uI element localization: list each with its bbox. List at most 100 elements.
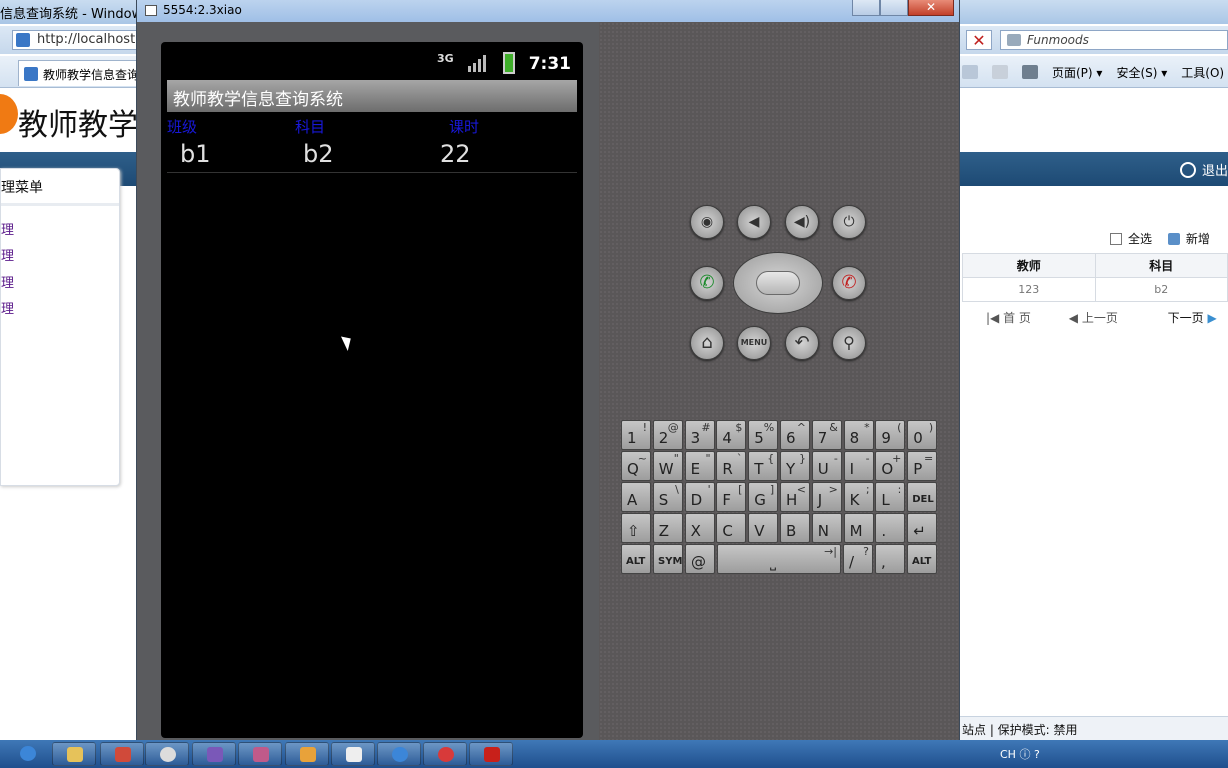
key-sym[interactable]: SYM xyxy=(653,544,683,574)
read-mail-icon[interactable] xyxy=(992,65,1008,79)
key[interactable]: 0) xyxy=(907,420,938,450)
tools-menu[interactable]: 工具(O) xyxy=(1181,64,1224,81)
taskbar-pdf[interactable] xyxy=(469,742,513,766)
url-field[interactable]: http://localhost:8 xyxy=(12,30,137,50)
key[interactable]: ↵ xyxy=(907,513,938,543)
key[interactable]: B xyxy=(780,513,810,543)
next-page-link[interactable]: 下一页 xyxy=(1168,311,1204,325)
key-slash[interactable]: /? xyxy=(843,544,873,574)
safety-menu[interactable]: 安全(S) ▾ xyxy=(1116,64,1167,81)
key[interactable]: W " xyxy=(652,451,683,481)
key[interactable]: K; xyxy=(843,482,874,512)
key[interactable]: L: xyxy=(875,482,906,512)
key[interactable]: Z xyxy=(652,513,683,543)
dpad[interactable] xyxy=(733,252,823,314)
key[interactable]: Y} xyxy=(780,451,810,481)
home-button[interactable]: ⌂ xyxy=(690,326,724,360)
volume-down-button[interactable]: ◀ xyxy=(737,205,771,239)
search-input[interactable]: Funmoods xyxy=(1000,30,1228,50)
power-button[interactable]: ⏻ xyxy=(832,205,866,239)
key[interactable]: G] xyxy=(748,482,779,512)
taskbar-app[interactable] xyxy=(285,742,329,766)
close-button[interactable]: ✕ xyxy=(908,0,954,16)
key[interactable]: P = xyxy=(907,451,938,481)
key-label: ⎵ xyxy=(770,553,777,571)
key-label: L xyxy=(881,491,890,509)
key-comma[interactable]: , xyxy=(875,544,905,574)
volume-up-button[interactable]: ◀) xyxy=(785,205,819,239)
key[interactable]: Q ~ xyxy=(621,451,651,481)
taskbar-app[interactable] xyxy=(331,742,375,766)
key-at[interactable]: @ xyxy=(685,544,715,574)
key[interactable]: 1! xyxy=(621,420,651,450)
side-menu-item[interactable]: 理 xyxy=(1,219,14,238)
key[interactable]: J > xyxy=(811,482,842,512)
key-space[interactable]: ⎵ →| xyxy=(717,544,841,574)
key[interactable]: M xyxy=(843,513,874,543)
key[interactable]: V xyxy=(748,513,779,543)
select-all-checkbox[interactable] xyxy=(1110,233,1122,245)
search-button[interactable]: ⚲ xyxy=(832,326,866,360)
key[interactable]: U- xyxy=(811,451,842,481)
taskbar-explorer[interactable] xyxy=(52,742,96,766)
key[interactable]: 7 & xyxy=(811,420,842,450)
taskbar-app[interactable] xyxy=(100,742,144,766)
key[interactable]: 8 * xyxy=(843,420,874,450)
key[interactable]: 2 @ xyxy=(652,420,683,450)
side-menu-item[interactable]: 理 xyxy=(1,245,14,264)
key-alt-label: < xyxy=(796,483,806,496)
key[interactable]: C xyxy=(716,513,747,543)
add-button[interactable]: 新增 xyxy=(1186,232,1210,246)
key[interactable]: F[ xyxy=(716,482,747,512)
end-call-button[interactable]: ✆ xyxy=(832,266,866,300)
camera-button[interactable]: ◉ xyxy=(690,205,724,239)
menu-button[interactable]: MENU xyxy=(737,326,771,360)
key[interactable]: I- xyxy=(843,451,874,481)
first-page-link[interactable]: 首 页 xyxy=(1003,311,1031,325)
key[interactable]: E " xyxy=(684,451,715,481)
call-button[interactable]: ✆ xyxy=(690,266,724,300)
key[interactable]: D ' xyxy=(684,482,715,512)
key[interactable]: X xyxy=(684,513,715,543)
key[interactable]: S \ xyxy=(652,482,683,512)
key[interactable]: T{ xyxy=(748,451,779,481)
browser-close-icon[interactable] xyxy=(1196,0,1220,18)
taskbar-ie[interactable] xyxy=(377,742,421,766)
taskbar-app[interactable] xyxy=(238,742,282,766)
back-button[interactable]: ↶ xyxy=(785,326,819,360)
key-alt[interactable]: ALT xyxy=(621,544,651,574)
key-alt-right[interactable]: ALT xyxy=(907,544,937,574)
dpad-center-button[interactable] xyxy=(756,271,800,295)
page-menu[interactable]: 页面(P) ▾ xyxy=(1052,64,1102,81)
key[interactable]: DEL xyxy=(907,482,938,512)
key[interactable]: A xyxy=(621,482,651,512)
table-row[interactable]: 123 b2 xyxy=(962,277,1228,302)
key[interactable]: 5% xyxy=(748,420,779,450)
print-icon[interactable] xyxy=(1022,65,1038,79)
key[interactable]: H < xyxy=(780,482,810,512)
key-alt-label: & xyxy=(829,421,838,434)
key[interactable]: . xyxy=(875,513,906,543)
stop-button[interactable]: ✕ xyxy=(966,30,992,50)
minimize-button[interactable] xyxy=(852,0,880,16)
maximize-button[interactable] xyxy=(880,0,908,16)
taskbar-app[interactable] xyxy=(192,742,236,766)
taskbar-app[interactable] xyxy=(423,742,467,766)
key[interactable]: 6 ^ xyxy=(780,420,810,450)
key[interactable]: ⇧ xyxy=(621,513,651,543)
key[interactable]: O + xyxy=(875,451,906,481)
browser-tab[interactable]: 教师教学信息查询 xyxy=(18,60,140,86)
side-menu-item[interactable]: 理 xyxy=(1,272,14,291)
taskbar-app[interactable] xyxy=(145,742,189,766)
key[interactable]: N xyxy=(811,513,842,543)
key[interactable]: 3 # xyxy=(684,420,715,450)
device-screen[interactable]: 3G 7:31 教师教学信息查询系统 班级 科目 课时 b1 b2 22 xyxy=(161,42,583,738)
side-menu-item[interactable]: 理 xyxy=(1,298,14,317)
logout-link[interactable]: 退出 xyxy=(1179,160,1228,179)
prev-page-link[interactable]: 上一页 xyxy=(1082,311,1118,325)
key[interactable]: 4 $ xyxy=(716,420,747,450)
feeds-icon[interactable] xyxy=(962,65,978,79)
key[interactable]: R ` xyxy=(716,451,747,481)
start-button[interactable] xyxy=(6,742,50,766)
key[interactable]: 9( xyxy=(875,420,906,450)
